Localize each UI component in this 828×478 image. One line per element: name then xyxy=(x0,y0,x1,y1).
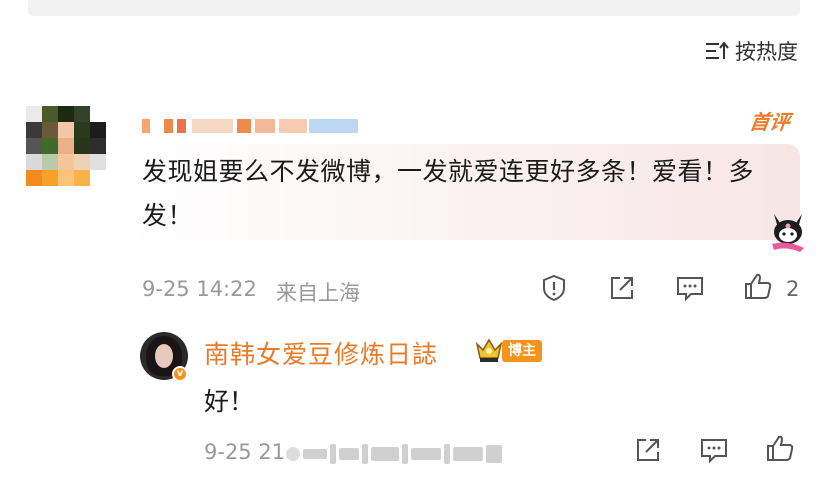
share-button[interactable] xyxy=(606,274,638,306)
reply-button[interactable] xyxy=(674,274,706,306)
watermark-overlay xyxy=(286,442,538,466)
comment-location: 来自上海 xyxy=(276,281,360,305)
sort-icon xyxy=(705,41,729,61)
comment-icon xyxy=(675,274,705,306)
reply-like-button[interactable] xyxy=(764,434,796,466)
comment-timestamp: 9-25 14:22 xyxy=(142,277,257,301)
reply-share-button[interactable] xyxy=(632,436,664,468)
comment-text: 发现姐要么不发微博，一发就爱连更好多条！爱看！多发！ xyxy=(142,157,755,230)
author-badge: 博主 xyxy=(502,340,542,362)
reply-text: 好！ xyxy=(204,387,255,416)
sort-by-hot-button[interactable]: 按热度 xyxy=(705,36,798,66)
share-icon xyxy=(608,274,636,306)
reply-comment-button[interactable] xyxy=(698,436,730,468)
commenter-avatar[interactable] xyxy=(26,106,106,186)
previous-comment-divider xyxy=(28,0,800,16)
thumbs-up-icon xyxy=(743,271,773,305)
crown-icon xyxy=(474,336,504,364)
reply-timestamp: 9-25 21 xyxy=(204,440,286,464)
kuromi-sticker-icon xyxy=(764,206,812,254)
reply-author-name[interactable]: 南韩女爱豆修炼日誌 xyxy=(204,335,438,371)
sort-label: 按热度 xyxy=(735,40,798,64)
like-count: 2 xyxy=(786,277,800,301)
report-icon xyxy=(540,274,568,306)
commenter-username-redacted[interactable] xyxy=(142,114,359,138)
share-icon xyxy=(634,436,662,468)
thumbs-up-icon xyxy=(765,433,795,467)
comment-icon xyxy=(699,436,729,468)
first-comment-badge: 首评 xyxy=(748,110,792,134)
report-button[interactable] xyxy=(538,274,570,306)
like-button[interactable] xyxy=(742,272,774,304)
verified-badge-icon: v xyxy=(172,366,188,382)
